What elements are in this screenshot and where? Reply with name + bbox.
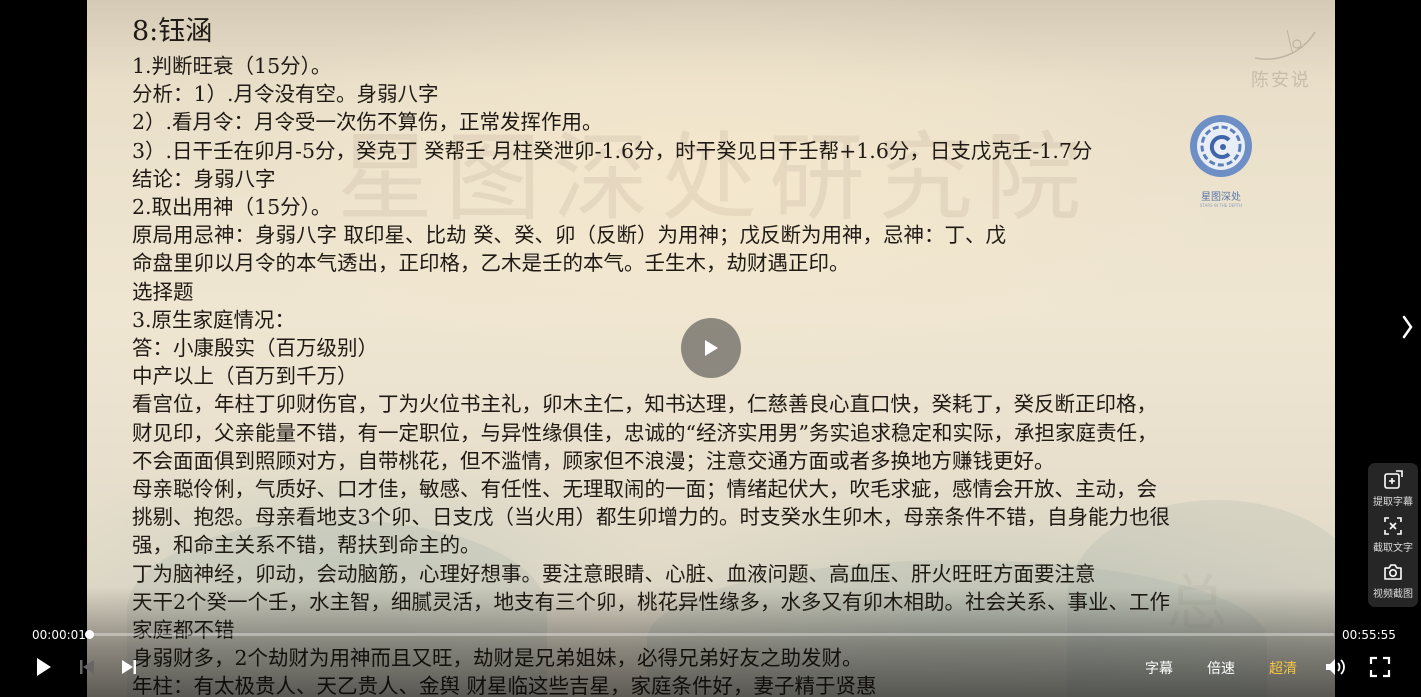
total-duration: 00:55:55 <box>1342 628 1396 642</box>
progress-handle[interactable] <box>85 630 94 639</box>
document-line: 1.判断旺衰（15分）。 <box>132 54 332 78</box>
extract-subtitle-button[interactable]: 提取字幕 <box>1368 469 1418 515</box>
next-video-arrow[interactable] <box>1396 312 1418 342</box>
document-line: 分析：1）.月令没有空。身弱八字 <box>132 82 439 107</box>
previous-button[interactable] <box>77 655 97 679</box>
document-title: 8:钰涵 <box>132 16 213 47</box>
fullscreen-button[interactable] <box>1368 655 1392 679</box>
camera-icon <box>1384 564 1402 580</box>
document-line: 看宫位，年柱丁卯财伤官，丁为火位书主礼，卯木主仁，知书达理，仁慈善良心直口快，癸… <box>132 392 1157 417</box>
subtitle-button[interactable]: 字幕 <box>1145 658 1173 678</box>
document-line: 财见印，父亲能量不错，有一定职位，与异性缘俱佳，忠诚的“经济实用男”务实追求稳定… <box>132 420 1158 445</box>
document-body: 1.判断旺衰（15分）。分析：1）.月令没有空。身弱八字 2）.看月令：月令受一次… <box>132 52 1322 697</box>
document-line: 命盘里卯以月令的本气透出，正印格，乙木是壬的本气。壬生木，劫财遇正印。 <box>132 251 850 276</box>
extract-subtitle-label: 提取字幕 <box>1373 497 1413 508</box>
playback-speed-button[interactable]: 倍速 <box>1207 658 1235 678</box>
document-line: 结论：身弱八字 <box>132 166 276 191</box>
document-line: 丁为脑神经，卯动，会动脑筋，心理好想事。要注意眼睛、心脏、血液问题、高血压、肝火… <box>132 561 1096 586</box>
document-line: 家庭都不错 <box>132 618 235 643</box>
text-capture-icon <box>1384 517 1402 535</box>
extract-subtitle-icon <box>1384 470 1403 489</box>
document-line: 选择题 <box>132 279 194 304</box>
play-icon <box>705 340 718 356</box>
document-line: 天干2个癸一个壬，水主智，细腻灵活，地支有三个卯，桃花异性缘多，水多又有卯木相助… <box>132 589 1171 614</box>
text-capture-label: 截取文字 <box>1373 543 1413 554</box>
document-line: 不会面面俱到照顾对方，自带桃花，但不滥情，顾家但不浪漫；注意交通方面或者多换地方… <box>132 448 1055 473</box>
document-line: 原局用忌神：身弱八字 取印星、比劫 癸、癸、卯（反断）为用神；戊反断为用神，忌神… <box>132 223 1007 248</box>
video-player[interactable]: 星图深处研究院 总 陈安说 星图深处 STARS IN THE DEPTH 8:… <box>0 0 1421 697</box>
fullscreen-icon <box>1369 656 1391 678</box>
volume-icon <box>1326 659 1345 675</box>
document-line: 年柱：有太极贵人、天乙贵人、金舆 财星临这些吉星，家庭条件好，妻子精于贤惠 <box>132 674 877 697</box>
document-line: 强，和命主关系不错，帮扶到命主的。 <box>132 533 481 558</box>
next-button[interactable] <box>119 655 139 679</box>
document-line: 母亲聪伶俐，气质好、口才佳，敏感、有任性、无理取闹的一面；情绪起伏大，吹毛求疵，… <box>132 477 1157 502</box>
center-play-button[interactable] <box>681 318 741 378</box>
document-line: 2.取出用神（15分）。 <box>132 195 332 220</box>
skip-next-icon <box>122 660 136 674</box>
video-screenshot-label: 视频截图 <box>1373 589 1413 600</box>
play-button[interactable] <box>33 655 55 679</box>
play-icon <box>37 658 51 676</box>
document-line: 挑剔、抱怨。母亲看地支3个卯、日支戊（当火用）都生卯增力的。时支癸水生卯木，母亲… <box>132 505 1171 530</box>
progress-bar[interactable] <box>85 630 1334 639</box>
video-screenshot-button[interactable]: 视频截图 <box>1368 561 1418 607</box>
side-toolbar: 提取字幕 截取文字 视频截图 <box>1368 463 1418 607</box>
chevron-right-icon <box>1402 315 1413 339</box>
document-line: 2）.看月令：月令受一次伤不算伤，正常发挥作用。 <box>132 110 603 135</box>
skip-previous-icon <box>80 660 94 674</box>
document-line: 3）.日干壬在卯月-5分，癸克丁 癸帮壬 月柱癸泄卯-1.6分，时干癸见日干壬帮… <box>132 138 1093 163</box>
quality-button[interactable]: 超清 <box>1269 658 1297 678</box>
current-time: 00:00:01 <box>32 628 86 642</box>
document-line: 身弱财多，2个劫财为用神而且又旺，劫财是兄弟姐妹，必得兄弟好友之助发财。 <box>132 646 863 671</box>
text-capture-button[interactable]: 截取文字 <box>1368 515 1418 561</box>
volume-button[interactable] <box>1324 655 1348 679</box>
